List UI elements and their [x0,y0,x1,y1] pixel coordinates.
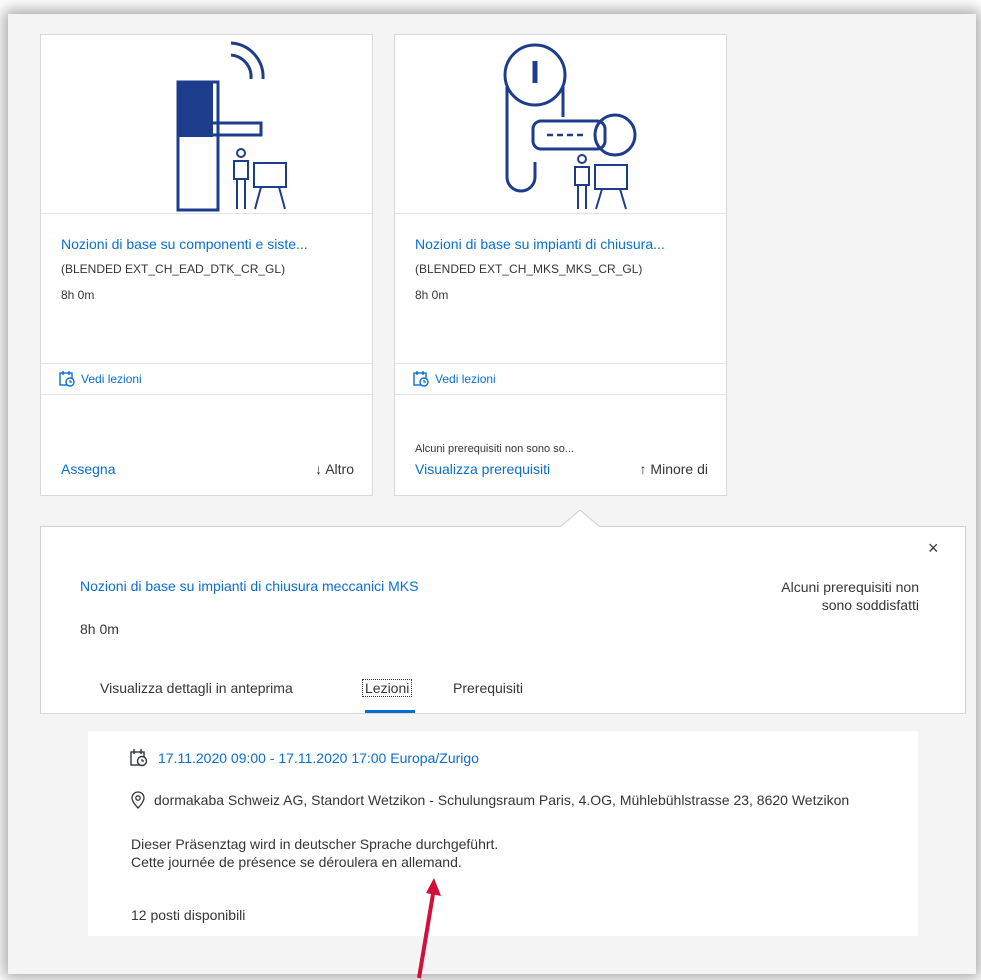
course-title[interactable]: Nozioni di base su impianti di chiusura.… [415,236,665,252]
course-thumbnail [395,35,726,214]
prereq-status-line2: sono soddisfatti [821,597,919,613]
course-card-1[interactable]: Nozioni di base su componenti e siste...… [40,34,373,496]
prereq-status-line1: Alcuni prerequisiti non [781,579,919,595]
course-code: (BLENDED EXT_CH_MKS_MKS_CR_GL) [415,262,643,276]
calendar-clock-icon [59,371,75,387]
lesson-description-de: Dieser Präsenztag wird in deutscher Spra… [131,836,499,852]
course-duration: 8h 0m [415,288,449,302]
popover-caret [560,510,600,528]
tab-prerequisites[interactable]: Prerequisiti [453,680,523,696]
course-title[interactable]: Nozioni di base su componenti e siste... [61,236,308,252]
lesson-description-fr: Cette journée de présence se déroulera e… [131,854,462,870]
course-card-2[interactable]: Nozioni di base su impianti di chiusura.… [394,34,727,496]
close-icon[interactable]: × [928,538,939,559]
view-lessons-link[interactable]: Vedi lezioni [81,372,142,386]
prereq-warning: Alcuni prerequisiti non sono so... [415,443,574,455]
course-code: (BLENDED EXT_CH_EAD_DTK_CR_GL) [61,262,286,276]
popover-title[interactable]: Nozioni di base su impianti di chiusura … [80,578,418,594]
lessons-row[interactable]: Vedi lezioni [41,363,372,395]
lessons-row[interactable]: Vedi lezioni [395,363,726,395]
calendar-clock-icon [413,371,429,387]
more-toggle[interactable]: ↓ Altro [315,461,354,477]
less-toggle[interactable]: ↑ Minore di [640,461,708,477]
key-cylinder-icon [503,43,637,210]
assign-link[interactable]: Assegna [61,461,115,477]
location-pin-icon [131,791,145,809]
active-tab-indicator [365,710,415,713]
calendar-clock-icon [130,749,148,767]
course-thumbnail [41,35,372,214]
lesson-seats: 12 posti disponibili [131,907,246,923]
course-duration: 8h 0m [61,288,95,302]
tab-preview-details[interactable]: Visualizza dettagli in anteprima [100,680,293,696]
view-prerequisites-link[interactable]: Visualizza prerequisiti [415,461,550,477]
tab-lessons[interactable]: Lezioni [362,679,413,697]
prereq-status: Alcuni prerequisiti non sono soddisfatti [719,578,919,614]
lesson-date-link[interactable]: 17.11.2020 09:00 - 17.11.2020 17:00 Euro… [158,750,479,766]
annotation-arrow-icon [417,878,441,979]
popover-duration: 8h 0m [80,621,119,637]
lesson-location: dormakaba Schweiz AG, Standort Wetzikon … [154,792,850,808]
tab-bar: Visualizza dettagli in anteprima Lezioni… [40,670,966,714]
view-lessons-link[interactable]: Vedi lezioni [435,372,496,386]
door-handle-wireless-icon [176,41,287,212]
